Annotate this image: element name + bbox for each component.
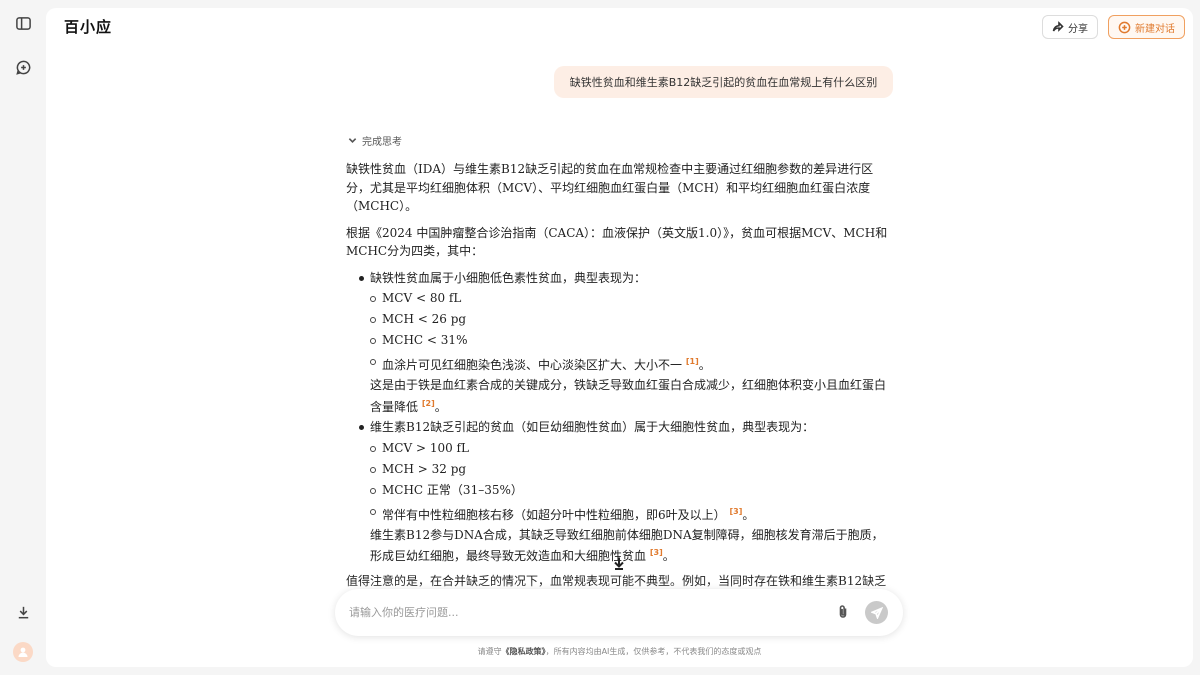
list-item-text: 血涂片可见红细胞染色浅淡、中心淡染区扩大、大小不一 — [382, 358, 683, 372]
share-icon — [1052, 21, 1064, 32]
share-label: 分享 — [1068, 23, 1088, 35]
list-item: 常伴有中性粒细胞核右移（如超分叶中性粒细胞，即6叶及以上） [3]。 — [370, 501, 891, 526]
chat-panel: 百小应 分享 新建对话 缺铁性贫血和维生素B12缺乏引起的贫血在血常规上有什么区… — [46, 8, 1193, 667]
citation-link[interactable]: [3] — [650, 548, 663, 557]
b12-explanation: 维生素B12参与DNA合成，其缺乏导致红细胞前体细胞DNA复制障碍，细胞核发育滞… — [370, 526, 891, 566]
list-item: MCV > 100 fL — [370, 438, 891, 459]
sidebar-toggle-icon[interactable] — [12, 12, 34, 34]
ida-explanation-text: 这是由于铁是血红素合成的关键成分，铁缺乏导致血红蛋白合成减少，红细胞体积变小且血… — [370, 378, 887, 414]
list-item-ida: 缺铁性贫血属于小细胞低色素性贫血，典型表现为： MCV < 80 fL MCH … — [346, 269, 891, 417]
new-chat-plus-icon — [1118, 21, 1131, 33]
share-button[interactable]: 分享 — [1042, 15, 1098, 39]
left-rail — [0, 0, 46, 675]
footer-prefix: 请遵守 — [477, 647, 502, 656]
list-item: MCV < 80 fL — [370, 288, 891, 309]
privacy-policy-link[interactable]: 《隐私政策》 — [502, 647, 546, 656]
list-item: MCH < 26 pg — [370, 309, 891, 330]
new-chat-button[interactable]: 新建对话 — [1108, 15, 1185, 39]
answer-intro: 缺铁性贫血（IDA）与维生素B12缺乏引起的贫血在血常规检查中主要通过红细胞参数… — [346, 162, 874, 213]
thinking-toggle[interactable]: 完成思考 — [348, 133, 402, 148]
b12-explanation-tail: 。 — [662, 549, 675, 563]
list-item: MCHC < 31% — [370, 330, 891, 351]
composer — [335, 589, 903, 636]
list-item: MCHC 正常（31–35%） — [370, 480, 891, 501]
answer-guideline: 根据《2024 中国肿瘤整合诊治指南（CACA）：血液保护（英文版1.0）》，贫… — [346, 225, 888, 259]
list-item-b12: 维生素B12缺乏引起的贫血（如巨幼细胞性贫血）属于大细胞性贫血，典型表现为： M… — [346, 418, 891, 566]
user-message-bubble: 缺铁性贫血和维生素B12缺乏引起的贫血在血常规上有什么区别 — [554, 66, 893, 98]
citation-link[interactable]: [1] — [686, 357, 699, 366]
download-icon[interactable] — [12, 601, 34, 623]
footer-suffix: ，所有内容均由AI生成，仅供参考，不代表我们的态度或观点 — [545, 647, 762, 656]
footer-disclaimer: 请遵守《隐私政策》，所有内容均由AI生成，仅供参考，不代表我们的态度或观点 — [46, 646, 1193, 657]
list-item-tail: 。 — [698, 358, 711, 372]
list-item-text: 常伴有中性粒细胞核右移（如超分叶中性粒细胞，即6叶及以上） — [382, 507, 726, 522]
assistant-answer: 缺铁性贫血（IDA）与维生素B12缺乏引起的贫血在血常规检查中主要通过红细胞参数… — [346, 160, 891, 617]
new-chat-label: 新建对话 — [1135, 23, 1175, 35]
list-item: 血涂片可见红细胞染色浅淡、中心淡染区扩大、大小不一 [1]。 — [370, 351, 891, 376]
user-message-text: 缺铁性贫血和维生素B12缺乏引起的贫血在血常规上有什么区别 — [569, 76, 878, 89]
b12-parameter-list: MCV > 100 fL MCH > 32 pg MCHC 正常（31–35%）… — [370, 438, 891, 526]
anemia-type-list: 缺铁性贫血属于小细胞低色素性贫血，典型表现为： MCV < 80 fL MCH … — [346, 269, 891, 566]
scroll-down-icon[interactable] — [611, 555, 627, 571]
thinking-label: 完成思考 — [362, 137, 402, 148]
citation-link[interactable]: [3] — [729, 507, 742, 516]
b12-title: 维生素B12缺乏引起的贫血（如巨幼细胞性贫血）属于大细胞性贫血，典型表现为： — [370, 420, 815, 434]
chevron-down-icon — [348, 138, 357, 143]
send-icon — [870, 606, 883, 619]
ida-explanation: 这是由于铁是血红素合成的关键成分，铁缺乏导致血红蛋白合成减少，红细胞体积变小且血… — [370, 376, 891, 416]
list-item: MCH > 32 pg — [370, 459, 891, 480]
citation-link[interactable]: [2] — [422, 399, 435, 408]
attachment-icon[interactable] — [835, 604, 851, 620]
ida-explanation-tail: 。 — [434, 399, 447, 414]
user-avatar-icon[interactable] — [13, 642, 33, 662]
brand-logo: 百小应 — [64, 18, 113, 36]
question-input[interactable] — [349, 602, 819, 622]
new-chat-icon[interactable] — [12, 56, 34, 78]
list-item-tail: 。 — [742, 507, 755, 522]
ida-parameter-list: MCV < 80 fL MCH < 26 pg MCHC < 31% 血涂片可见… — [370, 288, 891, 376]
ida-title: 缺铁性贫血属于小细胞低色素性贫血，典型表现为： — [370, 270, 647, 285]
send-button[interactable] — [865, 601, 888, 624]
